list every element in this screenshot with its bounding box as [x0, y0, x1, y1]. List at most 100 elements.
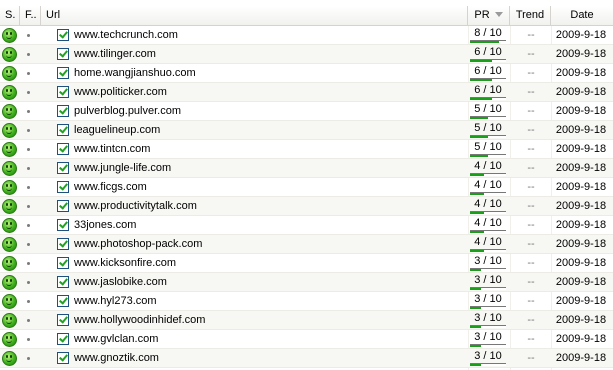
pagerank-bar-fill [470, 326, 481, 328]
url-cell[interactable]: www.tilinger.com [74, 45, 156, 63]
pagerank-cell: 3 / 10 [470, 350, 506, 367]
pagerank-bar [470, 306, 506, 309]
pagerank-bar [470, 135, 506, 138]
table-row[interactable]: www.jungle-life.com 4 / 10 -- 2009-9-18 [0, 159, 613, 178]
dot-icon [27, 110, 30, 113]
pagerank-bar [470, 344, 506, 347]
row-checkbox[interactable] [57, 219, 69, 231]
pagerank-bar [470, 363, 506, 366]
row-checkbox[interactable] [57, 238, 69, 250]
table-row[interactable]: www.tintcn.com 5 / 10 -- 2009-9-18 [0, 140, 613, 159]
trend-cell: -- [527, 105, 535, 117]
url-cell[interactable]: pulverblog.pulver.com [74, 102, 181, 120]
table-row[interactable]: www.hyl273.com 3 / 10 -- 2009-9-18 [0, 292, 613, 311]
date-cell: 2009-9-18 [555, 143, 607, 155]
row-checkbox[interactable] [57, 86, 69, 98]
column-header-status[interactable]: S. [0, 6, 20, 25]
trend-cell: -- [527, 86, 535, 98]
dot-icon [27, 300, 30, 303]
row-checkbox[interactable] [57, 181, 69, 193]
pagerank-value: 3 / 10 [474, 312, 502, 324]
trend-cell: -- [527, 67, 535, 79]
pagerank-value: 4 / 10 [474, 160, 502, 172]
date-cell: 2009-9-18 [555, 105, 607, 117]
row-checkbox[interactable] [57, 105, 69, 117]
row-checkbox[interactable] [57, 200, 69, 212]
column-header-date[interactable]: Date [551, 6, 613, 25]
results-grid: S. F.. Url PR Trend Date www.techcrunch.… [0, 0, 613, 370]
date-cell: 2009-9-18 [555, 86, 607, 98]
dot-icon [27, 262, 30, 265]
column-header-flag[interactable]: F.. [20, 6, 41, 25]
pagerank-value: 5 / 10 [474, 141, 502, 153]
pagerank-value: 6 / 10 [474, 46, 502, 58]
table-row[interactable]: www.gvlclan.com 3 / 10 -- 2009-9-18 [0, 330, 613, 349]
trend-cell: -- [527, 124, 535, 136]
smiley-ok-icon [2, 199, 17, 214]
smiley-ok-icon [2, 85, 17, 100]
pagerank-bar [470, 154, 506, 157]
row-checkbox[interactable] [57, 143, 69, 155]
table-row[interactable]: www.techcrunch.com 8 / 10 -- 2009-9-18 [0, 26, 613, 45]
dot-icon [27, 357, 30, 360]
url-cell[interactable]: www.jaslobike.com [74, 273, 167, 291]
column-header-trend[interactable]: Trend [510, 6, 551, 25]
table-row[interactable]: www.gnoztik.com 3 / 10 -- 2009-9-18 [0, 349, 613, 368]
table-row[interactable]: www.productivitytalk.com 4 / 10 -- 2009-9-1… [0, 197, 613, 216]
row-checkbox[interactable] [57, 295, 69, 307]
table-row[interactable]: home.wangjianshuo.com 6 / 10 -- 2009-9-18 [0, 64, 613, 83]
grid-rows: www.techcrunch.com 8 / 10 -- 2009-9-18 www.t… [0, 26, 613, 368]
pagerank-value: 4 / 10 [474, 217, 502, 229]
table-row[interactable]: leaguelineup.com 5 / 10 -- 2009-9-18 [0, 121, 613, 140]
url-cell[interactable]: www.hollywoodinhidef.com [74, 311, 205, 329]
smiley-ok-icon [2, 294, 17, 309]
url-cell[interactable]: 33jones.com [74, 216, 136, 234]
table-row[interactable]: www.jaslobike.com 3 / 10 -- 2009-9-18 [0, 273, 613, 292]
url-cell[interactable]: www.productivitytalk.com [74, 197, 197, 215]
row-checkbox[interactable] [57, 162, 69, 174]
row-checkbox[interactable] [57, 67, 69, 79]
url-cell[interactable]: www.jungle-life.com [74, 159, 171, 177]
date-cell: 2009-9-18 [555, 352, 607, 364]
table-row[interactable]: 33jones.com 4 / 10 -- 2009-9-18 [0, 216, 613, 235]
pagerank-bar [470, 325, 506, 328]
url-cell[interactable]: www.kicksonfire.com [74, 254, 176, 272]
pagerank-bar-fill [470, 155, 488, 157]
url-cell[interactable]: home.wangjianshuo.com [74, 64, 196, 82]
url-cell[interactable]: www.politicker.com [74, 83, 167, 101]
column-header-url[interactable]: Url [41, 6, 468, 25]
url-cell[interactable]: leaguelineup.com [74, 121, 160, 139]
url-cell[interactable]: www.gvlclan.com [74, 330, 158, 348]
url-cell[interactable]: www.techcrunch.com [74, 26, 178, 44]
pagerank-bar [470, 78, 506, 81]
table-row[interactable]: pulverblog.pulver.com 5 / 10 -- 2009-9-18 [0, 102, 613, 121]
column-header-pr-label: PR [474, 9, 490, 21]
row-checkbox[interactable] [57, 48, 69, 60]
url-cell[interactable]: www.gnoztik.com [74, 349, 159, 367]
url-cell[interactable]: www.ficgs.com [74, 178, 147, 196]
row-checkbox[interactable] [57, 333, 69, 345]
row-checkbox[interactable] [57, 276, 69, 288]
url-cell[interactable]: www.photoshop-pack.com [74, 235, 202, 253]
smiley-ok-icon [2, 66, 17, 81]
row-checkbox[interactable] [57, 352, 69, 364]
table-row[interactable]: www.photoshop-pack.com 4 / 10 -- 2009-9-18 [0, 235, 613, 254]
row-checkbox[interactable] [57, 29, 69, 41]
url-cell[interactable]: www.tintcn.com [74, 140, 150, 158]
table-row[interactable]: www.tilinger.com 6 / 10 -- 2009-9-18 [0, 45, 613, 64]
row-checkbox[interactable] [57, 124, 69, 136]
date-cell: 2009-9-18 [555, 200, 607, 212]
row-checkbox[interactable] [57, 314, 69, 326]
smiley-ok-icon [2, 256, 17, 271]
pagerank-bar-fill [470, 250, 484, 252]
table-row[interactable]: www.politicker.com 6 / 10 -- 2009-9-18 [0, 83, 613, 102]
url-cell[interactable]: www.hyl273.com [74, 292, 157, 310]
row-checkbox[interactable] [57, 257, 69, 269]
table-row[interactable]: www.kicksonfire.com 3 / 10 -- 2009-9-18 [0, 254, 613, 273]
column-header-pr[interactable]: PR [468, 6, 510, 25]
pagerank-bar [470, 192, 506, 195]
pagerank-bar [470, 268, 506, 271]
table-row[interactable]: www.hollywoodinhidef.com 3 / 10 -- 2009-9-1… [0, 311, 613, 330]
table-row[interactable]: www.ficgs.com 4 / 10 -- 2009-9-18 [0, 178, 613, 197]
dot-icon [27, 205, 30, 208]
